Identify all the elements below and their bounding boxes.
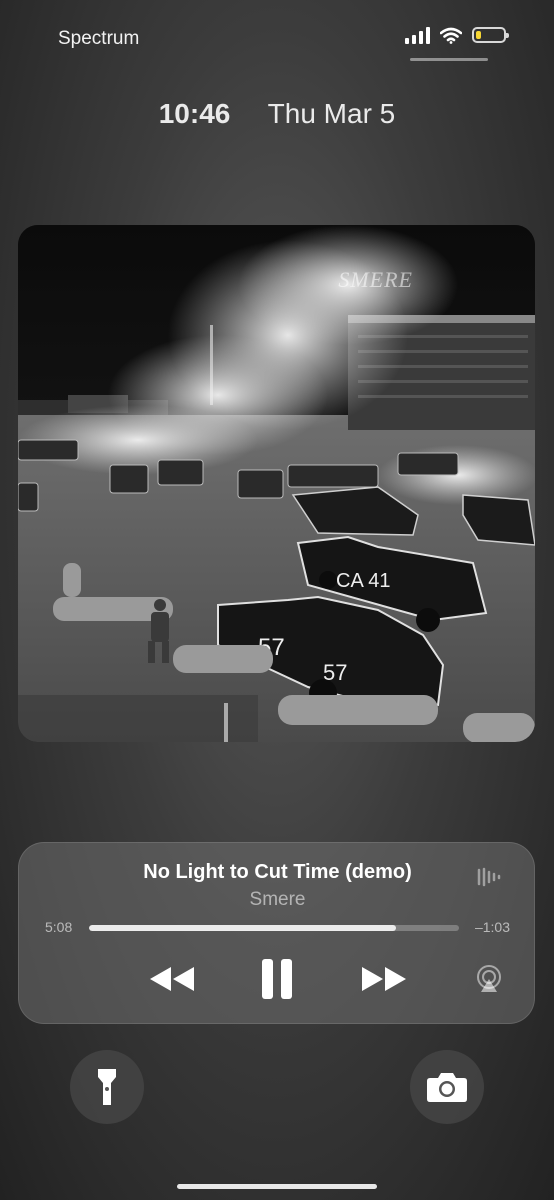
rewind-icon	[150, 967, 194, 991]
waveform-icon	[477, 867, 501, 887]
battery-icon	[472, 27, 509, 43]
camera-icon	[427, 1073, 467, 1102]
flashlight-icon	[98, 1069, 116, 1105]
elapsed-time: 5:08	[45, 919, 73, 935]
airplay-button[interactable]	[471, 957, 507, 1001]
svg-text:CA 41: CA 41	[336, 570, 390, 592]
playback-scrubber[interactable]	[89, 925, 459, 931]
fast-forward-button[interactable]	[357, 957, 411, 1001]
carrier-name: Spectrum	[58, 28, 140, 49]
album-artwork-image: CA 41 57 57	[18, 225, 535, 742]
now-playing-widget[interactable]: No Light to Cut Time (demo) Smere 5:08 –…	[18, 842, 535, 1024]
clock-date: Thu Mar 5	[267, 98, 396, 129]
album-artwork-watermark: SMERE	[338, 267, 413, 292]
fast-forward-icon	[362, 967, 406, 991]
playback-controls	[19, 957, 536, 1001]
airplay-icon	[477, 965, 501, 992]
pause-button[interactable]	[255, 957, 299, 1001]
status-icons	[405, 26, 509, 44]
track-artist: Smere	[249, 889, 306, 910]
remaining-time: –1:03	[474, 919, 510, 935]
track-title: No Light to Cut Time (demo)	[143, 861, 412, 883]
camera-button[interactable]	[410, 1050, 484, 1124]
home-indicator[interactable]	[177, 1184, 377, 1189]
pause-icon	[262, 959, 292, 999]
playback-progress-fill	[89, 925, 397, 931]
rewind-button[interactable]	[145, 957, 199, 1001]
status-indicator-line	[410, 58, 488, 61]
flashlight-button[interactable]	[70, 1050, 144, 1124]
wifi-icon	[440, 27, 462, 44]
battery-level	[476, 31, 481, 39]
clock-time: 10:46	[158, 98, 231, 129]
status-bar: Spectrum	[0, 0, 554, 70]
lock-screen-datetime: 10:46 Thu Mar 5	[0, 98, 554, 130]
album-artwork: CA 41 57 57 SMERE	[18, 225, 535, 742]
signal-icon	[405, 26, 430, 44]
